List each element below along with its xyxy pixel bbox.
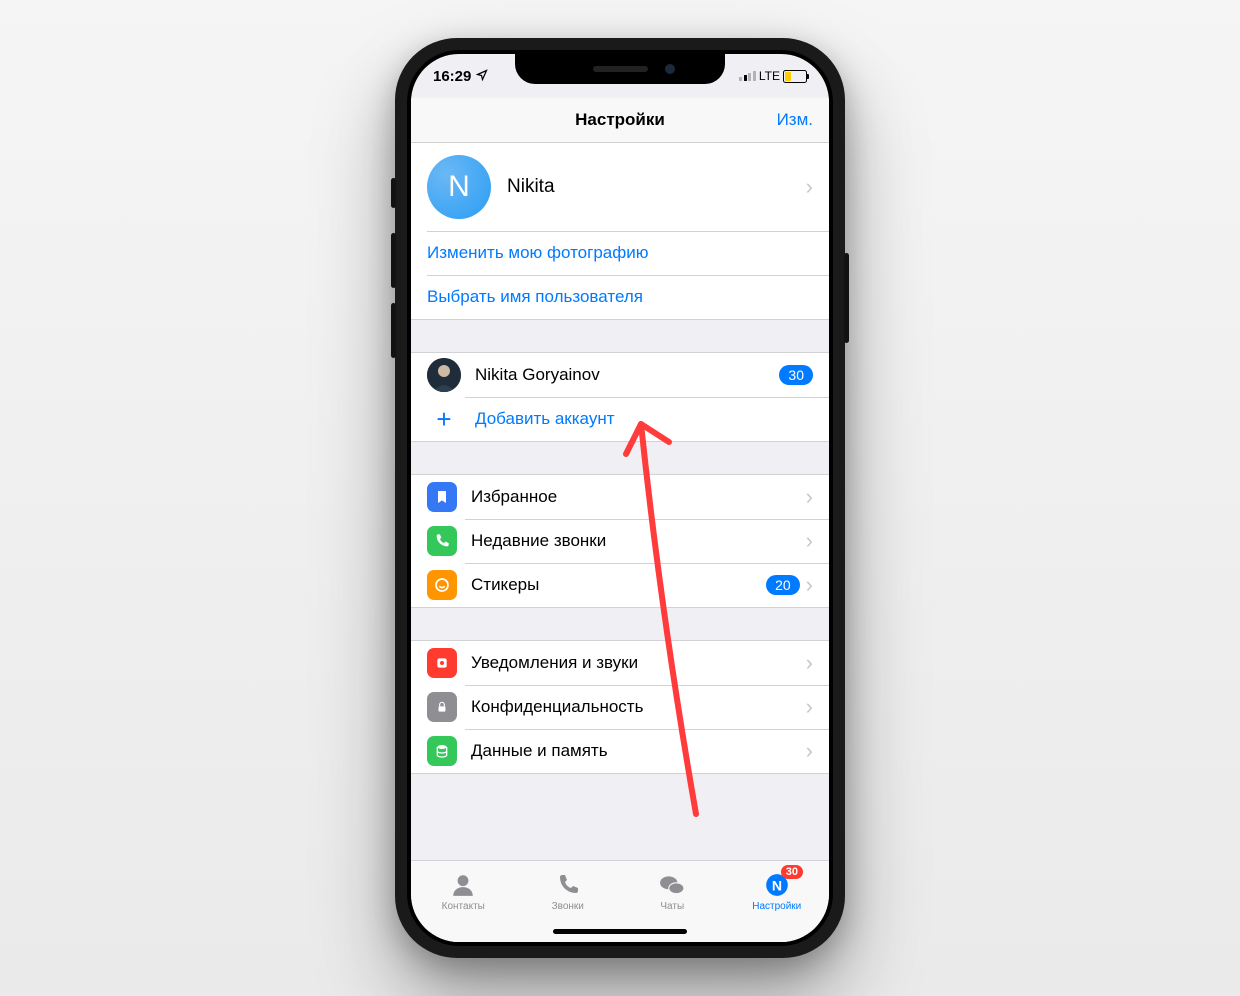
choose-username-button[interactable]: Выбрать имя пользователя [411, 275, 829, 319]
database-icon [427, 736, 457, 766]
privacy-row[interactable]: Конфиденциальность › [411, 685, 829, 729]
edit-button[interactable]: Изм. [777, 110, 813, 130]
add-account-button[interactable]: + Добавить аккаунт [411, 397, 829, 441]
change-photo-button[interactable]: Изменить мою фотографию [411, 231, 829, 275]
account-name: Nikita Goryainov [475, 365, 779, 385]
contacts-icon [449, 871, 477, 899]
chats-icon [658, 871, 686, 899]
chevron-right-icon: › [800, 572, 813, 598]
stickers-badge: 20 [766, 575, 800, 595]
home-indicator[interactable] [553, 929, 687, 934]
data-storage-row[interactable]: Данные и память › [411, 729, 829, 773]
calls-icon [554, 871, 582, 899]
tab-contacts[interactable]: Контакты [411, 861, 516, 922]
chevron-right-icon: › [800, 650, 813, 676]
chevron-right-icon: › [800, 528, 813, 554]
notifications-icon [427, 648, 457, 678]
stickers-row[interactable]: Стикеры 20 › [411, 563, 829, 607]
account-badge: 30 [779, 365, 813, 385]
svg-text:N: N [772, 877, 782, 893]
phone-icon [427, 526, 457, 556]
location-icon [476, 68, 488, 85]
battery-icon [783, 70, 807, 83]
sticker-icon [427, 570, 457, 600]
plus-icon: + [427, 402, 461, 436]
chevron-right-icon: › [800, 484, 813, 510]
chevron-right-icon: › [800, 174, 813, 200]
nav-title: Настройки [575, 110, 665, 130]
settings-badge: 30 [781, 865, 803, 879]
phone-frame: 16:29 LTE Настройки Изм. N Nikita › [395, 38, 845, 958]
carrier-label: LTE [759, 69, 780, 83]
other-account-row[interactable]: Nikita Goryainov 30 [411, 353, 829, 397]
recent-calls-row[interactable]: Недавние звонки › [411, 519, 829, 563]
screen: 16:29 LTE Настройки Изм. N Nikita › [411, 54, 829, 942]
lock-icon [427, 692, 457, 722]
settings-content[interactable]: N Nikita › Изменить мою фотографию Выбра… [411, 142, 829, 860]
chevron-right-icon: › [800, 738, 813, 764]
profile-name: Nikita [507, 176, 800, 198]
nav-bar: Настройки Изм. [411, 98, 829, 143]
tab-chats[interactable]: Чаты [620, 861, 725, 922]
notifications-row[interactable]: Уведомления и звуки › [411, 641, 829, 685]
chevron-right-icon: › [800, 694, 813, 720]
saved-messages-row[interactable]: Избранное › [411, 475, 829, 519]
status-time: 16:29 [433, 68, 471, 85]
tab-settings[interactable]: N 30 Настройки [725, 861, 830, 922]
account-avatar [427, 358, 461, 392]
bookmark-icon [427, 482, 457, 512]
avatar: N [427, 155, 491, 219]
notch [515, 54, 725, 84]
signal-icon [739, 71, 756, 81]
tab-calls[interactable]: Звонки [516, 861, 621, 922]
profile-row[interactable]: N Nikita › [411, 143, 829, 231]
